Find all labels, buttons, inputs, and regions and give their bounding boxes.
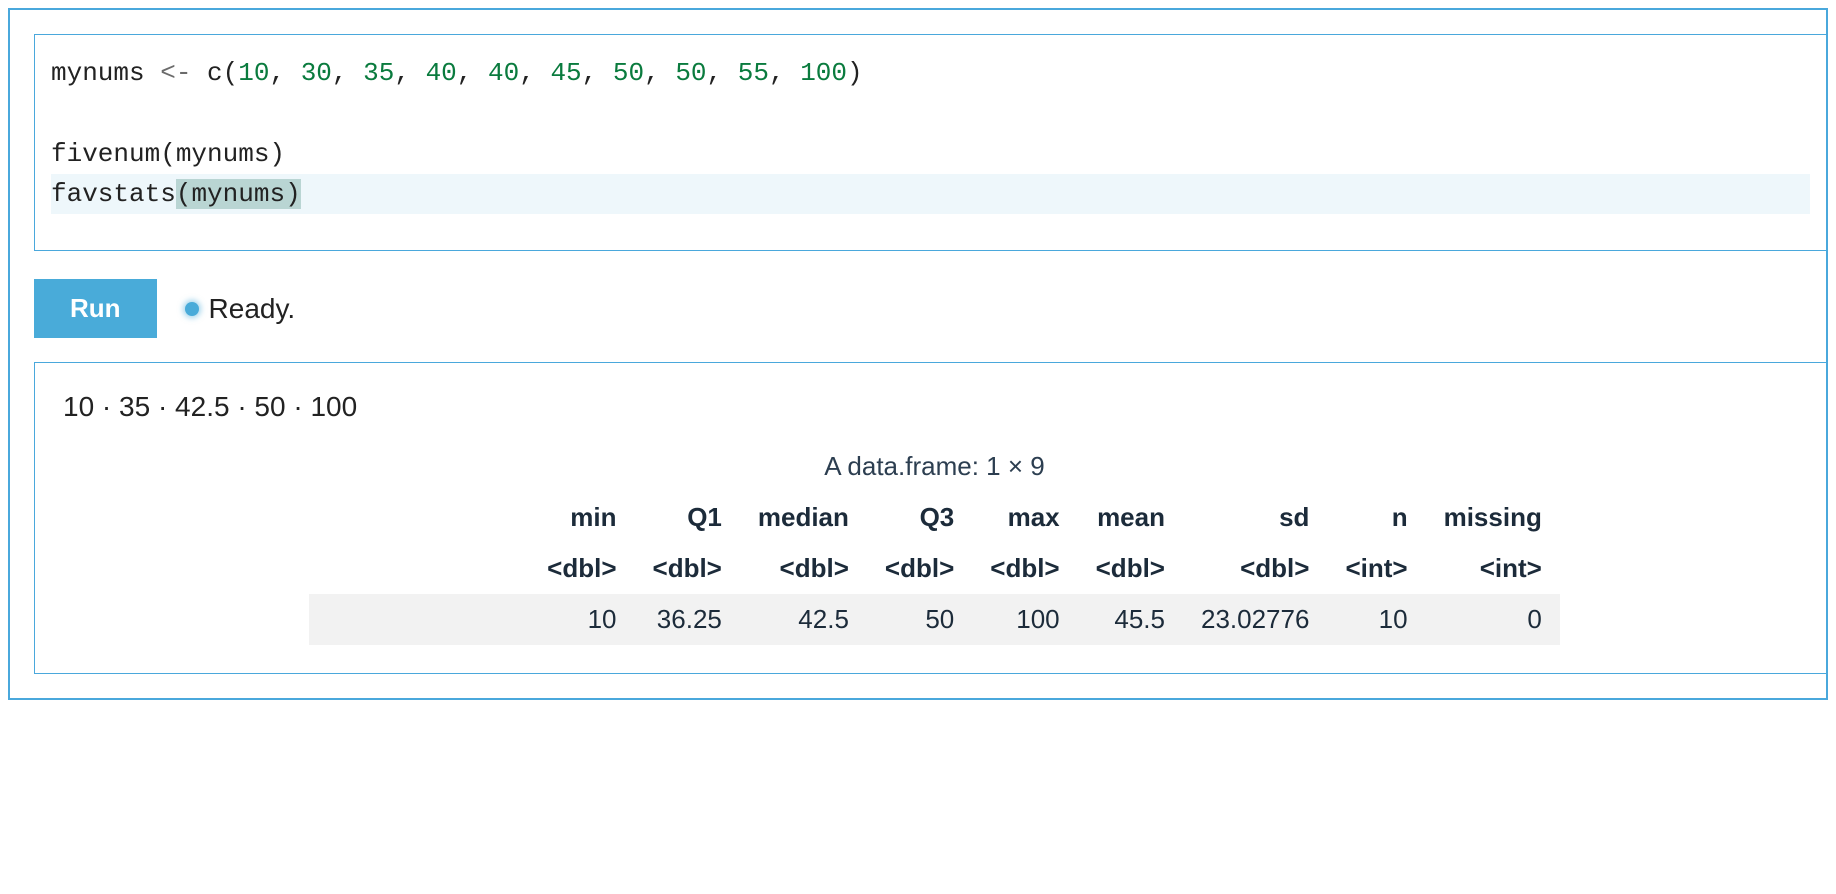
dataframe-table: minQ1medianQ3maxmeansdnmissing <dbl><dbl… (309, 492, 1560, 645)
table-header-names: minQ1medianQ3maxmeansdnmissing (309, 492, 1560, 543)
table-column-Q3: Q3 (867, 492, 972, 543)
code-line-1[interactable]: mynums <- c(10, 30, 35, 40, 40, 45, 50, … (51, 53, 1810, 93)
table-cell-missing: 0 (1426, 594, 1560, 645)
table-coltype-Q1: <dbl> (635, 543, 740, 594)
table-cell-max: 100 (972, 594, 1077, 645)
table-coltype-n: <int> (1327, 543, 1425, 594)
table-rowlabel-head (309, 492, 529, 543)
table-cell-median: 42.5 (740, 594, 867, 645)
table-coltype-max: <dbl> (972, 543, 1077, 594)
run-button[interactable]: Run (34, 279, 157, 338)
status: Ready. (185, 293, 296, 325)
table-coltype-missing: <int> (1426, 543, 1560, 594)
table-column-min: min (529, 492, 634, 543)
table-rowlabel-head (309, 543, 529, 594)
table-coltype-sd: <dbl> (1183, 543, 1327, 594)
table-column-median: median (740, 492, 867, 543)
table-cell-n: 10 (1327, 594, 1425, 645)
table-rowlabel (309, 594, 529, 645)
table-coltype-Q3: <dbl> (867, 543, 972, 594)
dataframe-caption: A data.frame: 1 × 9 (71, 451, 1798, 482)
fivenum-output: 10 · 35 · 42.5 · 50 · 100 (63, 391, 1806, 423)
dataframe-wrap: A data.frame: 1 × 9 minQ1medianQ3maxmean… (63, 451, 1806, 645)
table-column-n: n (1327, 492, 1425, 543)
table-coltype-median: <dbl> (740, 543, 867, 594)
table-column-sd: sd (1183, 492, 1327, 543)
controls-row: Run Ready. (34, 279, 1826, 338)
notebook-cell: mynums <- c(10, 30, 35, 40, 40, 45, 50, … (8, 8, 1828, 700)
table-column-mean: mean (1078, 492, 1183, 543)
table-column-max: max (972, 492, 1077, 543)
code-line-blank[interactable] (51, 93, 1810, 133)
output-panel: 10 · 35 · 42.5 · 50 · 100 A data.frame: … (34, 362, 1826, 674)
code-editor[interactable]: mynums <- c(10, 30, 35, 40, 40, 45, 50, … (34, 34, 1826, 251)
table-cell-Q1: 36.25 (635, 594, 740, 645)
table-row: 1036.2542.55010045.523.02776100 (309, 594, 1560, 645)
table-cell-Q3: 50 (867, 594, 972, 645)
code-line-4[interactable]: favstats(mynums) (51, 174, 1810, 214)
table-cell-sd: 23.02776 (1183, 594, 1327, 645)
status-dot-icon (185, 302, 199, 316)
table-cell-mean: 45.5 (1078, 594, 1183, 645)
table-coltype-min: <dbl> (529, 543, 634, 594)
table-column-Q1: Q1 (635, 492, 740, 543)
code-line-3[interactable]: fivenum(mynums) (51, 134, 1810, 174)
table-cell-min: 10 (529, 594, 634, 645)
table-header-types: <dbl><dbl><dbl><dbl><dbl><dbl><dbl><int>… (309, 543, 1560, 594)
table-column-missing: missing (1426, 492, 1560, 543)
status-text: Ready. (209, 293, 296, 325)
table-coltype-mean: <dbl> (1078, 543, 1183, 594)
